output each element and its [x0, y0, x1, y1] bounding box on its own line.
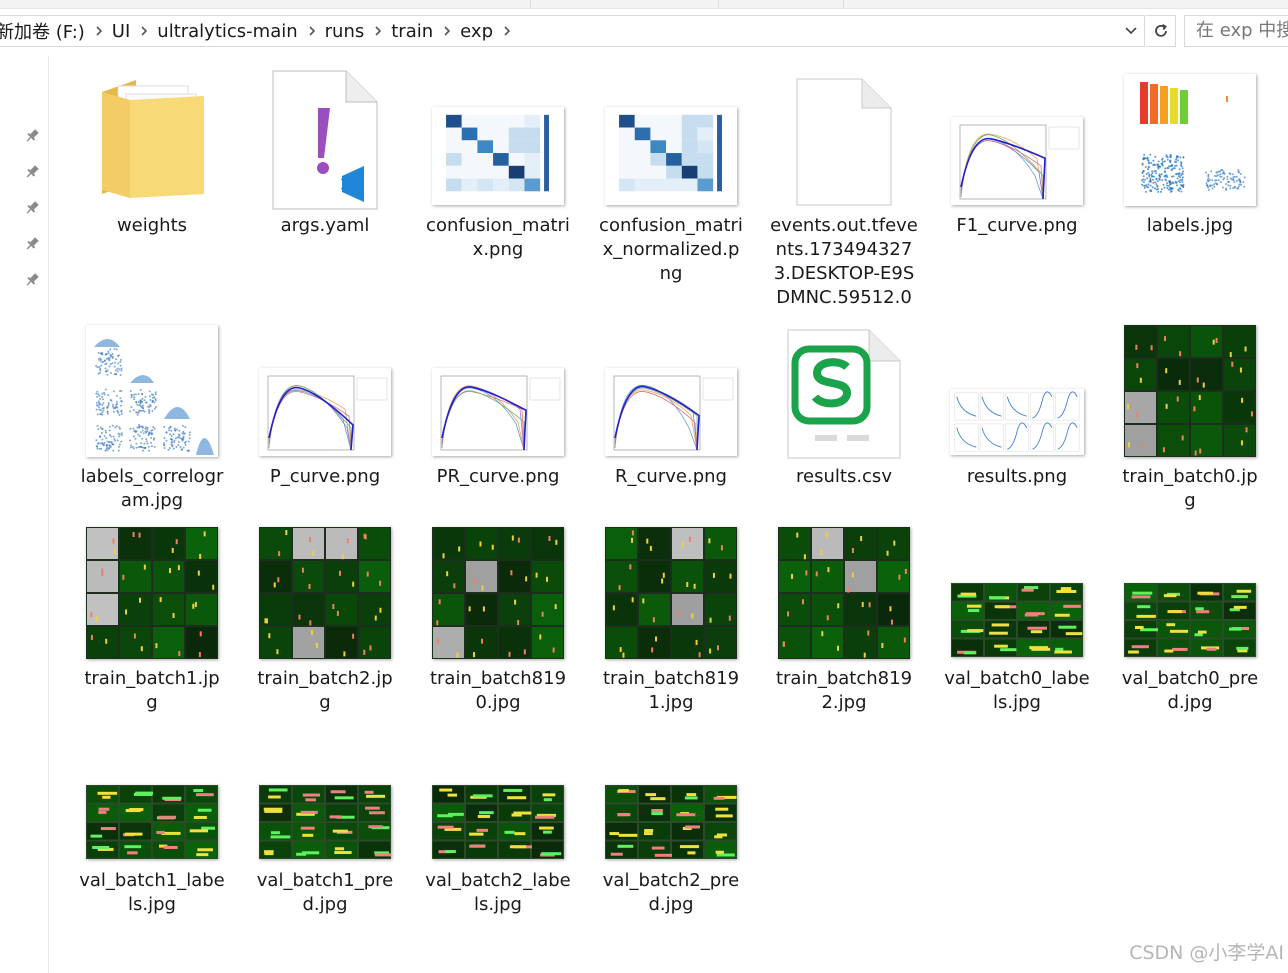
breadcrumb-item[interactable]: exp — [452, 21, 493, 42]
vscode-yaml-icon — [272, 70, 378, 210]
val-thumb — [1124, 583, 1256, 657]
breadcrumb: 新加卷 (F:) UI ultralytics-main runs train exp — [0, 16, 512, 46]
results-thumb — [950, 389, 1084, 455]
file-name: val_batch0_pre d.jpg — [1121, 668, 1259, 713]
breadcrumb-item[interactable]: UI — [104, 21, 130, 42]
chevron-down-icon[interactable] — [1118, 16, 1144, 46]
file-name: train_batch1.jp g — [84, 668, 220, 713]
file-name: results.png — [966, 466, 1068, 487]
chevron-right-icon[interactable] — [442, 16, 452, 46]
refresh-icon — [1154, 24, 1167, 37]
curve-thumb — [951, 117, 1083, 205]
file-name: val_batch1_labe ls.jpg — [79, 870, 225, 915]
file-name: labels.jpg — [1146, 215, 1234, 236]
file-name: F1_curve.png — [956, 215, 1078, 236]
file-name: PR_curve.png — [436, 466, 560, 487]
chevron-right-icon[interactable] — [502, 16, 512, 46]
labels-thumb — [1124, 74, 1256, 206]
wps-spreadsheet-icon — [787, 329, 901, 459]
chevron-right-icon[interactable] — [307, 16, 317, 46]
mosaic-thumb — [605, 527, 737, 659]
pin-icon[interactable] — [24, 128, 40, 144]
breadcrumb-item[interactable]: runs — [317, 21, 365, 42]
file-name: events.out.tfeve nts.173494327 3.DESKTOP-E… — [770, 215, 918, 308]
file-name: args.yaml — [280, 215, 370, 236]
curve-thumb — [605, 368, 737, 456]
file-name: P_curve.png — [269, 466, 381, 487]
pin-icon[interactable] — [24, 200, 40, 216]
file-name: confusion_matri x.png — [426, 215, 570, 260]
file-name: train_batch2.jp g — [257, 668, 393, 713]
breadcrumb-item[interactable]: train — [383, 21, 433, 42]
mosaic-thumb — [778, 527, 910, 659]
chevron-right-icon[interactable] — [373, 16, 383, 46]
curve-thumb — [259, 368, 391, 456]
file-name: labels_correlogr am.jpg — [80, 466, 224, 511]
file-name: R_curve.png — [615, 466, 727, 487]
file-name: val_batch1_pre d.jpg — [256, 870, 394, 915]
file-name: val_batch2_labe ls.jpg — [425, 870, 571, 915]
file-name: val_batch0_labe ls.jpg — [944, 668, 1090, 713]
refresh-button[interactable] — [1146, 15, 1176, 47]
folder-icon — [100, 72, 204, 198]
confusion-matrix-thumb — [605, 107, 737, 205]
pin-icon[interactable] — [24, 272, 40, 288]
file-name: train_batch0.jp g — [1122, 466, 1258, 511]
file-name: val_batch2_pre d.jpg — [602, 870, 740, 915]
val-thumb — [605, 785, 737, 859]
curve-thumb — [432, 368, 564, 456]
mosaic-thumb — [1124, 325, 1256, 457]
correlogram-thumb — [86, 325, 218, 457]
mosaic-thumb — [259, 527, 391, 659]
file-name: weights — [116, 215, 188, 236]
blank-file-icon — [796, 78, 892, 206]
search-input[interactable]: 在 exp 中搜 — [1184, 15, 1288, 47]
file-name: train_batch819 0.jpg — [429, 668, 567, 713]
file-name: train_batch819 1.jpg — [602, 668, 740, 713]
file-name: results.csv — [796, 466, 892, 487]
val-thumb — [432, 785, 564, 859]
address-bar[interactable]: 新加卷 (F:) UI ultralytics-main runs train exp — [0, 15, 1145, 47]
confusion-matrix-thumb — [432, 107, 564, 205]
navigation-pane — [0, 56, 49, 973]
tab-strip — [0, 0, 1288, 9]
val-thumb — [86, 785, 218, 859]
watermark: CSDN @小李学AI — [1129, 942, 1284, 964]
val-thumb — [259, 785, 391, 859]
mosaic-thumb — [432, 527, 564, 659]
chevron-right-icon[interactable] — [139, 16, 149, 46]
chevron-right-icon[interactable] — [94, 16, 104, 46]
file-name: train_batch819 2.jpg — [775, 668, 913, 713]
breadcrumb-item[interactable]: ultralytics-main — [149, 21, 297, 42]
breadcrumb-item[interactable]: 新加卷 (F:) — [0, 18, 85, 44]
val-thumb — [951, 583, 1083, 657]
pin-icon[interactable] — [24, 164, 40, 180]
mosaic-thumb — [86, 527, 218, 659]
file-name: confusion_matri x_normalized.p ng — [599, 215, 743, 284]
pin-icon[interactable] — [24, 236, 40, 252]
